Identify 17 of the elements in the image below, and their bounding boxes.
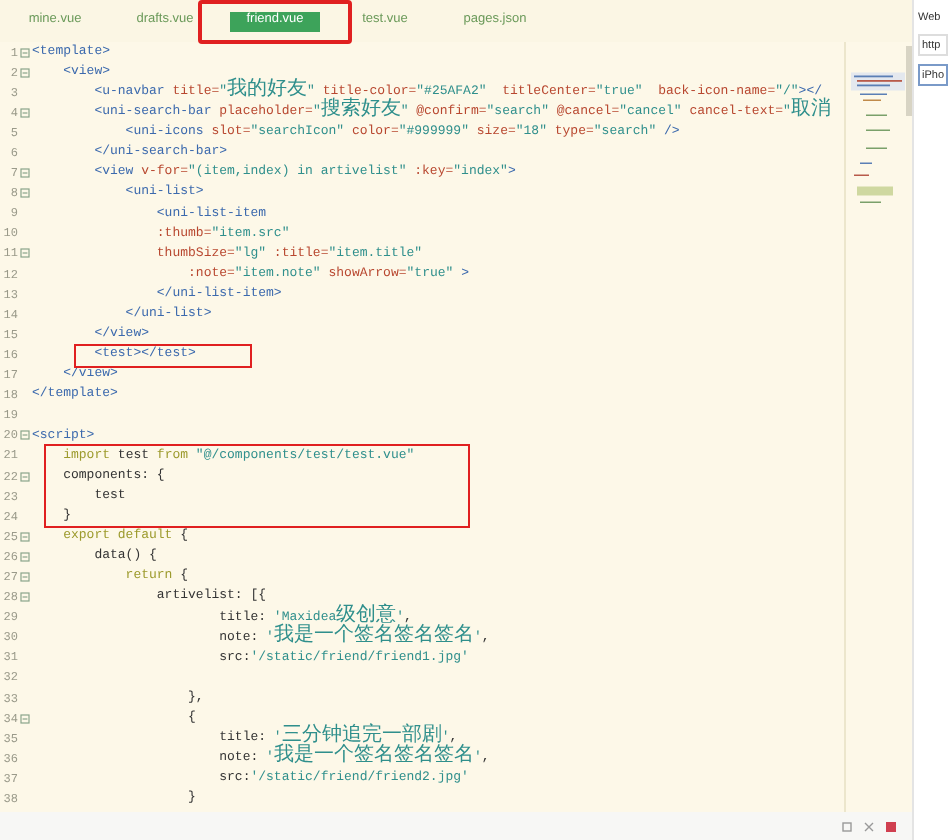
fold-icon[interactable] [20, 67, 30, 78]
square-icon[interactable] [842, 821, 852, 831]
fold-icon[interactable] [20, 168, 30, 179]
fold-icon[interactable] [20, 551, 30, 562]
stop-icon[interactable] [886, 821, 896, 831]
scrollbar-thumb[interactable] [906, 46, 912, 116]
fold-icon[interactable] [20, 248, 30, 259]
fold-icon[interactable] [20, 531, 30, 542]
fold-icon[interactable] [20, 188, 30, 199]
fold-icon[interactable] [20, 107, 30, 118]
fold-icon[interactable] [20, 592, 30, 603]
fold-icon[interactable] [20, 471, 30, 482]
fold-icon[interactable] [20, 430, 30, 441]
fold-icon[interactable] [20, 713, 30, 724]
fold-icon[interactable] [20, 47, 30, 58]
close-icon[interactable] [864, 821, 874, 831]
fold-icon[interactable] [20, 571, 30, 582]
